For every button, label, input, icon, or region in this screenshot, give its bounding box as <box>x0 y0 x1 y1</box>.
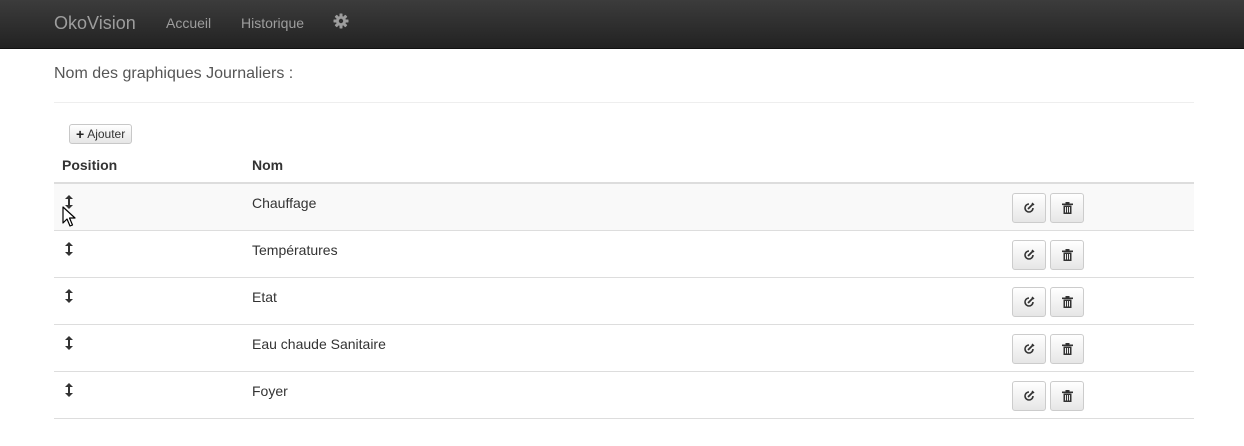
delete-button[interactable] <box>1050 287 1084 317</box>
column-header-nom: Nom <box>252 157 284 173</box>
nav-link-historique[interactable]: Historique <box>241 15 304 31</box>
table-row: Températures <box>54 231 1194 278</box>
trash-icon <box>1061 249 1073 261</box>
trash-icon <box>1061 343 1073 355</box>
edit-icon <box>1024 343 1035 354</box>
table-row: Etat <box>54 278 1194 325</box>
edit-icon <box>1024 249 1035 260</box>
delete-button[interactable] <box>1050 193 1084 223</box>
top-navbar: OkoVision Accueil Historique <box>0 0 1244 49</box>
edit-button[interactable] <box>1012 334 1046 364</box>
divider <box>54 102 1194 103</box>
add-button-label: Ajouter <box>87 127 126 141</box>
plus-icon: + <box>76 126 85 142</box>
edit-icon <box>1024 390 1035 401</box>
row-name: Températures <box>252 242 338 258</box>
brand-link[interactable]: OkoVision <box>54 12 136 34</box>
trash-icon <box>1061 202 1073 214</box>
row-name: Chauffage <box>252 195 317 211</box>
edit-button[interactable] <box>1012 240 1046 270</box>
row-name: Foyer <box>252 383 288 399</box>
row-name: Etat <box>252 289 277 305</box>
move-vertical-icon[interactable] <box>64 336 74 350</box>
trash-icon <box>1061 390 1073 402</box>
move-vertical-icon[interactable] <box>64 242 74 256</box>
trash-icon <box>1061 296 1073 308</box>
row-name: Eau chaude Sanitaire <box>252 336 386 352</box>
table-row: Foyer <box>54 372 1194 419</box>
move-vertical-icon[interactable] <box>64 383 74 397</box>
table-row: Eau chaude Sanitaire <box>54 325 1194 372</box>
page-title: Nom des graphiques Journaliers : <box>54 65 294 82</box>
table-row: Chauffage <box>54 184 1194 231</box>
edit-button[interactable] <box>1012 193 1046 223</box>
delete-button[interactable] <box>1050 240 1084 270</box>
move-vertical-icon[interactable] <box>64 289 74 303</box>
gear-icon[interactable] <box>333 13 349 29</box>
delete-button[interactable] <box>1050 381 1084 411</box>
add-button[interactable]: + Ajouter <box>69 124 133 144</box>
delete-button[interactable] <box>1050 334 1084 364</box>
column-header-position: Position <box>62 157 118 173</box>
edit-icon <box>1024 202 1035 213</box>
edit-button[interactable] <box>1012 381 1046 411</box>
mouse-cursor-icon <box>62 206 76 227</box>
edit-icon <box>1024 296 1035 307</box>
edit-button[interactable] <box>1012 287 1046 317</box>
nav-link-accueil[interactable]: Accueil <box>166 15 211 31</box>
